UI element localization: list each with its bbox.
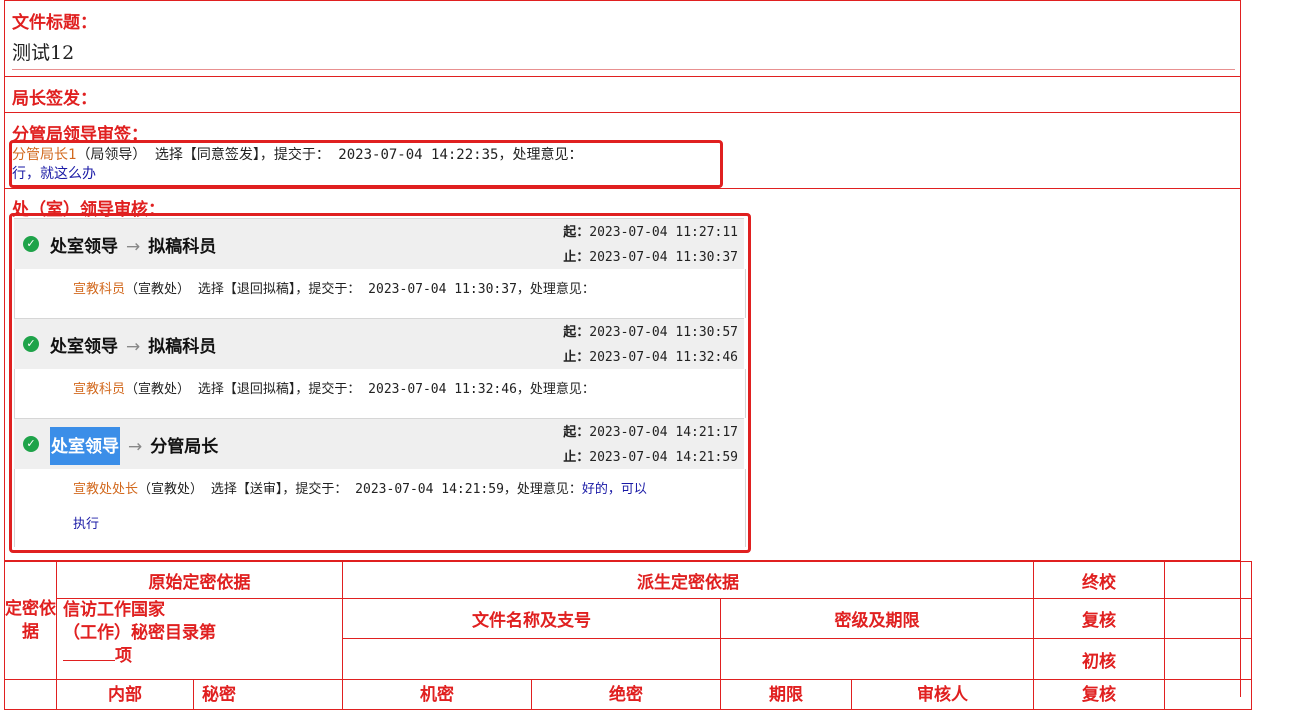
secrecy-basis-table: 定密依据 原始定密依据 派生定密依据 终校 信访工作国家 （工作）秘密目录第 项…	[4, 561, 1252, 710]
step-end-time: 2023-07-04 11:30:37	[589, 250, 738, 265]
step-start-time: 2023-07-04 14:21:17	[589, 425, 738, 440]
deputy-opinion-entry: 分管局长1（局领导） 选择【同意签发】，提交于： 2023-07-04 14:2…	[12, 144, 582, 164]
step-route: 处室领导 → 拟稿科员	[50, 332, 216, 357]
step-entry: 宣教科员（宣教处） 选择【退回拟稿】，提交于： 2023-07-04 11:30…	[73, 278, 595, 297]
step-start-time: 2023-07-04 11:30:57	[589, 325, 738, 340]
recheck-value[interactable]	[1164, 598, 1252, 639]
level-secret: 秘密	[193, 679, 343, 710]
final-check-label: 终校	[1033, 561, 1165, 599]
catalog-item-label: 项	[115, 646, 132, 666]
workflow-step-header: ✓ 处室领导 → 拟稿科员 起：2023-07-04 11:30:57 止：2023…	[14, 318, 744, 370]
workflow-step-body: 宣教科员（宣教处） 选择【退回拟稿】，提交于： 2023-07-04 11:30…	[14, 269, 746, 318]
handler-action: 选择【退回拟稿】，提交于： 2023-07-04 11:30:37，处理意见：	[190, 282, 595, 297]
arrow-right-icon: →	[126, 237, 141, 257]
doc-title-label: 文件标题：	[12, 13, 97, 33]
end-label: 止：	[563, 250, 590, 265]
file-name-header: 文件名称及支号	[342, 598, 721, 639]
start-label: 起：	[563, 225, 590, 240]
check-circle-icon: ✓	[23, 336, 39, 352]
step-start-time: 2023-07-04 11:27:11	[589, 225, 738, 240]
catalog-basis: 信访工作国家 （工作）秘密目录第 项	[56, 598, 343, 680]
reviewer-label: 审核人	[851, 679, 1034, 710]
step-entry: 宣教科员（宣教处） 选择【退回拟稿】，提交于： 2023-07-04 11:32…	[73, 378, 595, 397]
catalog-line: （工作）秘密目录第	[63, 623, 216, 643]
level-top-secret: 绝密	[531, 679, 721, 710]
step-to: 拟稿科员	[148, 337, 217, 357]
reviewer-dept: （局领导）	[76, 147, 147, 163]
step-route: 处室领导 → 分管局长	[50, 427, 219, 465]
recheck-label-2: 复核	[1033, 679, 1165, 710]
divider	[12, 69, 1235, 70]
arrow-right-icon: →	[128, 437, 143, 457]
handler-dept: （宣教处）	[138, 482, 204, 497]
level-term-header: 密级及期限	[720, 598, 1034, 639]
handler-action: 选择【退回拟稿】，提交于： 2023-07-04 11:32:46，处理意见：	[190, 382, 595, 397]
level-term-value[interactable]	[720, 638, 1034, 680]
workflow-step-header: ✓ 处室领导 → 拟稿科员 起：2023-07-04 11:27:11 止：2023…	[14, 218, 744, 270]
step-route: 处室领导 → 拟稿科员	[50, 232, 216, 257]
row-marker	[4, 679, 57, 710]
check-circle-icon: ✓	[23, 236, 39, 252]
handler-opinion: 好的，可以	[581, 482, 647, 497]
first-check-label: 初核	[1033, 638, 1165, 680]
step-entry: 宣教处处长（宣教处） 选择【送审】，提交于： 2023-07-04 14:21:…	[73, 478, 647, 497]
review-action: 选择【同意签发】，提交于： 2023-07-04 14:22:35，处理意见：	[146, 147, 583, 163]
doc-title-value: 测试12	[12, 42, 75, 64]
recheck-label: 复核	[1033, 598, 1165, 639]
derived-basis-header: 派生定密依据	[342, 561, 1034, 599]
level-confidential: 机密	[342, 679, 532, 710]
handler-dept: （宣教处）	[125, 282, 191, 297]
arrow-right-icon: →	[126, 337, 141, 357]
handler-name: 宣教处处长	[73, 482, 139, 497]
handler-opinion-cont: 执行	[73, 517, 100, 532]
first-check-value[interactable]	[1164, 638, 1252, 680]
handler-dept: （宣教处）	[125, 382, 191, 397]
end-label: 止：	[563, 350, 590, 365]
workflow-step-header: ✓ 处室领导 → 分管局长 起：2023-07-04 14:21:17 止：2023…	[14, 418, 744, 470]
handler-action: 选择【送审】，提交于： 2023-07-04 14:21:59，处理意见：	[203, 482, 582, 497]
basis-label: 定密依据	[4, 561, 57, 680]
deputy-opinion-text: 行，就这么办	[12, 166, 96, 182]
handler-name: 宣教科员	[73, 382, 126, 397]
final-check-value[interactable]	[1164, 561, 1252, 599]
divider	[4, 188, 1241, 189]
handler-name: 宣教科员	[73, 282, 126, 297]
start-label: 起：	[563, 325, 590, 340]
step-times: 起：2023-07-04 11:27:11 止：2023-07-04 11:30…	[563, 223, 738, 273]
recheck-value-2[interactable]	[1164, 679, 1252, 710]
step-from: 处室领导	[50, 427, 120, 465]
catalog-number-field[interactable]	[63, 660, 115, 661]
file-name-value[interactable]	[342, 638, 721, 680]
catalog-line: 信访工作国家	[63, 600, 165, 620]
workflow-step-body: 宣教科员（宣教处） 选择【退回拟稿】，提交于： 2023-07-04 11:32…	[14, 369, 746, 418]
step-end-time: 2023-07-04 14:21:59	[589, 450, 738, 465]
step-from: 处室领导	[50, 237, 118, 257]
end-label: 止：	[563, 450, 590, 465]
step-to: 分管局长	[150, 437, 219, 457]
term-label: 期限	[720, 679, 852, 710]
step-times: 起：2023-07-04 14:21:17 止：2023-07-04 14:21…	[563, 423, 738, 473]
level-internal: 内部	[56, 679, 194, 710]
check-circle-icon: ✓	[23, 436, 39, 452]
step-to: 拟稿科员	[148, 237, 217, 257]
start-label: 起：	[563, 425, 590, 440]
director-sign-label: 局长签发：	[12, 89, 97, 109]
original-basis-header: 原始定密依据	[56, 561, 343, 599]
workflow-step-body: 宣教处处长（宣教处） 选择【送审】，提交于： 2023-07-04 14:21:…	[14, 469, 746, 547]
step-times: 起：2023-07-04 11:30:57 止：2023-07-04 11:32…	[563, 323, 738, 373]
divider	[4, 76, 1241, 77]
step-from: 处室领导	[50, 337, 118, 357]
divider	[4, 112, 1241, 113]
reviewer-name: 分管局长1	[12, 147, 77, 163]
catalog-line: 项	[63, 645, 342, 668]
step-end-time: 2023-07-04 11:32:46	[589, 350, 738, 365]
